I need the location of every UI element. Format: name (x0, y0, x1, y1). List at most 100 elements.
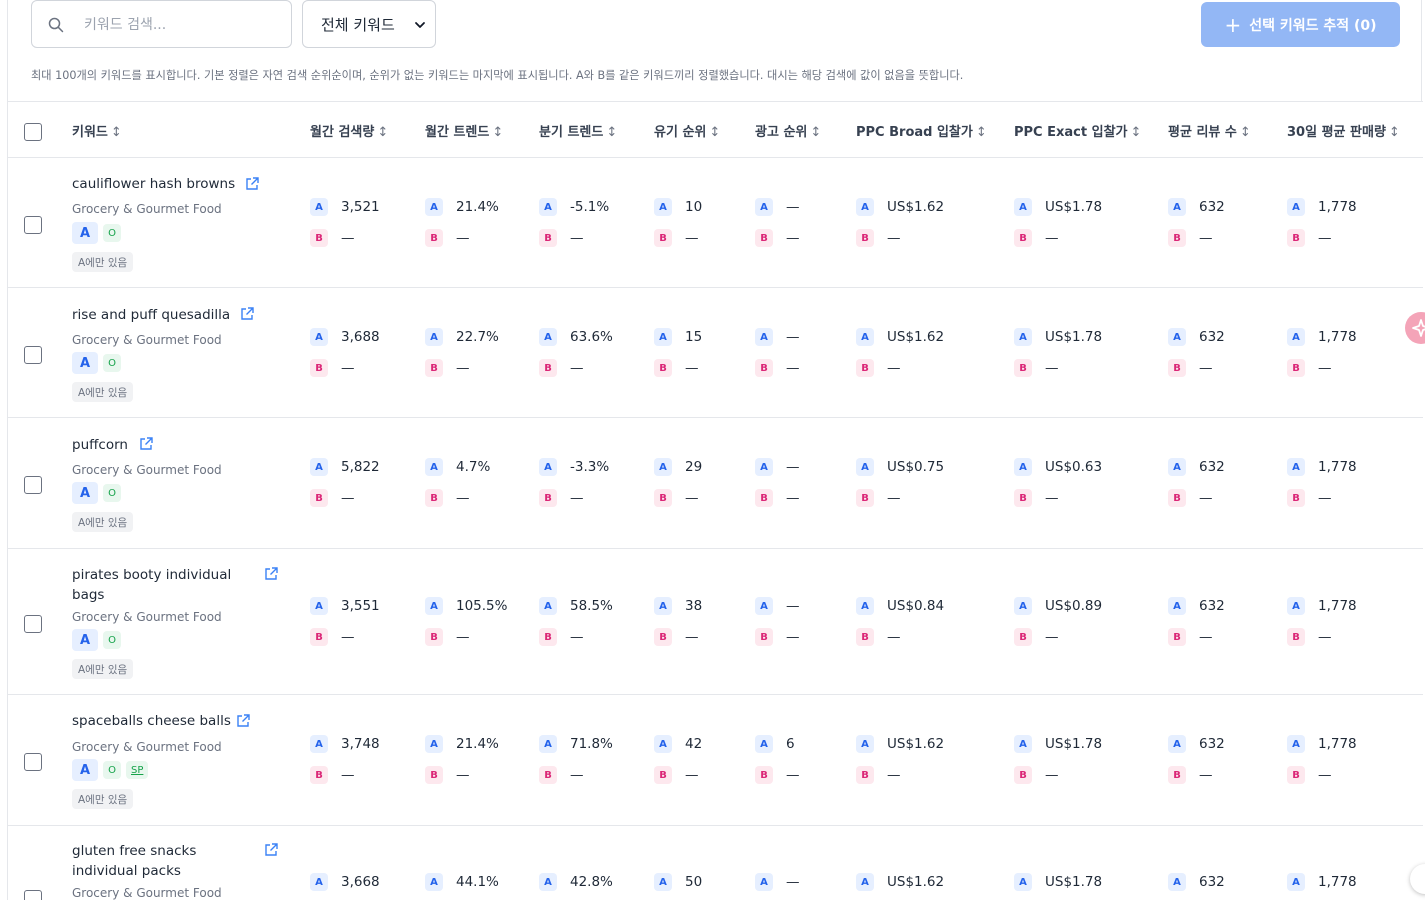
badge-a: A (539, 597, 557, 615)
badge-a: A (654, 597, 672, 615)
cell-ad-rank: A — B — (755, 328, 800, 377)
value-b: — (1199, 230, 1213, 246)
cell-monthly-trend: A 105.5% B — (425, 597, 507, 646)
value-a: — (786, 598, 800, 614)
header-ppc-broad[interactable]: PPC Broad 입찰가 ↕ (856, 121, 987, 140)
badge-a: A (1168, 458, 1186, 476)
cell-monthly-trend: A 4.7% B — (425, 458, 490, 507)
value-b: — (341, 360, 355, 376)
badge-a: A (856, 198, 874, 216)
keyword-category: Grocery & Gourmet Food (72, 463, 222, 477)
value-a: 63.6% (570, 329, 613, 345)
badge-a: A (425, 328, 443, 346)
only-in-a-badge: A에만 있음 (72, 659, 134, 679)
sort-icon: ↕ (810, 125, 822, 140)
sort-icon: ↕ (606, 125, 618, 140)
badge-a: A (755, 597, 773, 615)
table-row: spaceballs cheese balls Grocery & Gourme… (8, 695, 1423, 826)
tag-o: O (103, 631, 121, 649)
cell-monthly-search: A 5,822 B — (310, 458, 380, 507)
row-checkbox[interactable] (24, 753, 42, 771)
badge-b: B (425, 359, 443, 377)
tag-o: O (103, 354, 121, 372)
header-quarterly-trend[interactable]: 분기 트렌드 ↕ (539, 121, 617, 140)
header-organic-rank[interactable]: 유기 순위 ↕ (654, 121, 720, 140)
value-b: — (887, 230, 901, 246)
badge-b: B (310, 489, 328, 507)
keyword-title: pirates booty individual bags (72, 567, 232, 603)
row-checkbox[interactable] (24, 890, 42, 900)
header-sales-30d[interactable]: 30일 평균 판매량 ↕ (1287, 121, 1400, 140)
table-notice: 최대 100개의 키워드를 표시합니다. 기본 정렬은 자연 검색 순위순이며,… (31, 69, 964, 82)
tag-a: A (72, 352, 98, 374)
row-checkbox[interactable] (24, 476, 42, 494)
header-keyword[interactable]: 키워드 ↕ (72, 121, 122, 140)
search-input[interactable] (84, 13, 279, 37)
value-b: — (685, 629, 699, 645)
external-link-icon[interactable] (138, 436, 154, 452)
badge-b: B (856, 766, 874, 784)
keyword-category: Grocery & Gourmet Food (72, 202, 222, 216)
value-a: 1,778 (1318, 199, 1357, 215)
badge-b: B (425, 489, 443, 507)
cell-ppc-broad: A US$1.62 B — (856, 735, 944, 784)
external-link-icon[interactable] (235, 713, 251, 729)
badge-a: A (654, 458, 672, 476)
value-a: US$1.62 (887, 736, 945, 752)
header-ppc-exact[interactable]: PPC Exact 입찰가 ↕ (1014, 121, 1141, 140)
badge-a: A (539, 328, 557, 346)
badge-a: A (539, 458, 557, 476)
value-b: — (1318, 490, 1332, 506)
value-a: 632 (1199, 874, 1225, 890)
keyword-category: Grocery & Gourmet Food (72, 610, 222, 624)
cell-avg-reviews: A 632 B — (1168, 597, 1225, 646)
cell-monthly-search: A 3,668 (310, 873, 380, 891)
value-b: — (456, 490, 470, 506)
only-in-a-badge: A에만 있음 (72, 382, 134, 402)
cell-avg-reviews: A 632 B — (1168, 198, 1225, 247)
value-a: US$1.78 (1045, 329, 1103, 345)
value-a: 58.5% (570, 598, 613, 614)
badge-a: A (856, 458, 874, 476)
badge-a: A (1014, 328, 1032, 346)
keyword-category: Grocery & Gourmet Food (72, 333, 222, 347)
search-box[interactable] (31, 0, 292, 48)
external-link-icon[interactable] (244, 176, 260, 192)
value-a: US$1.78 (1045, 736, 1103, 752)
badge-a: A (310, 597, 328, 615)
external-link-icon[interactable] (263, 566, 279, 582)
keyword-tags: A O SP (72, 759, 149, 781)
badge-b: B (539, 489, 557, 507)
badge-b: B (310, 766, 328, 784)
header-monthly-search[interactable]: 월간 검색량 ↕ (310, 121, 388, 140)
badge-a: A (654, 735, 672, 753)
badge-a: A (755, 458, 773, 476)
value-b: — (341, 490, 355, 506)
value-b: — (341, 629, 355, 645)
header-monthly-trend[interactable]: 월간 트렌드 ↕ (425, 121, 503, 140)
external-link-icon[interactable] (263, 842, 279, 858)
badge-b: B (856, 489, 874, 507)
sort-icon: ↕ (709, 125, 721, 140)
row-checkbox[interactable] (24, 216, 42, 234)
chevron-down-icon (415, 22, 425, 28)
cell-organic-rank: A 29 B — (654, 458, 702, 507)
track-button-label: 선택 키워드 추적 (0) (1249, 17, 1377, 34)
select-all-checkbox[interactable] (24, 123, 42, 141)
keyword-tags: A O (72, 482, 121, 504)
keyword-filter-select[interactable]: 전체 키워드 (302, 0, 436, 48)
external-link-icon[interactable] (239, 306, 255, 322)
badge-b: B (1287, 628, 1305, 646)
badge-a: A (425, 873, 443, 891)
track-selected-keywords-button[interactable]: + 선택 키워드 추적 (0) (1201, 2, 1400, 47)
badge-a: A (1014, 597, 1032, 615)
header-ad-rank[interactable]: 광고 순위 ↕ (755, 121, 821, 140)
badge-b: B (1168, 229, 1186, 247)
badge-a: A (1287, 328, 1305, 346)
value-b: — (570, 490, 584, 506)
row-checkbox[interactable] (24, 346, 42, 364)
value-b: — (1045, 360, 1059, 376)
header-avg-reviews[interactable]: 평균 리뷰 수 ↕ (1168, 121, 1251, 140)
row-checkbox[interactable] (24, 615, 42, 633)
cell-monthly-search: A 3,748 B — (310, 735, 380, 784)
